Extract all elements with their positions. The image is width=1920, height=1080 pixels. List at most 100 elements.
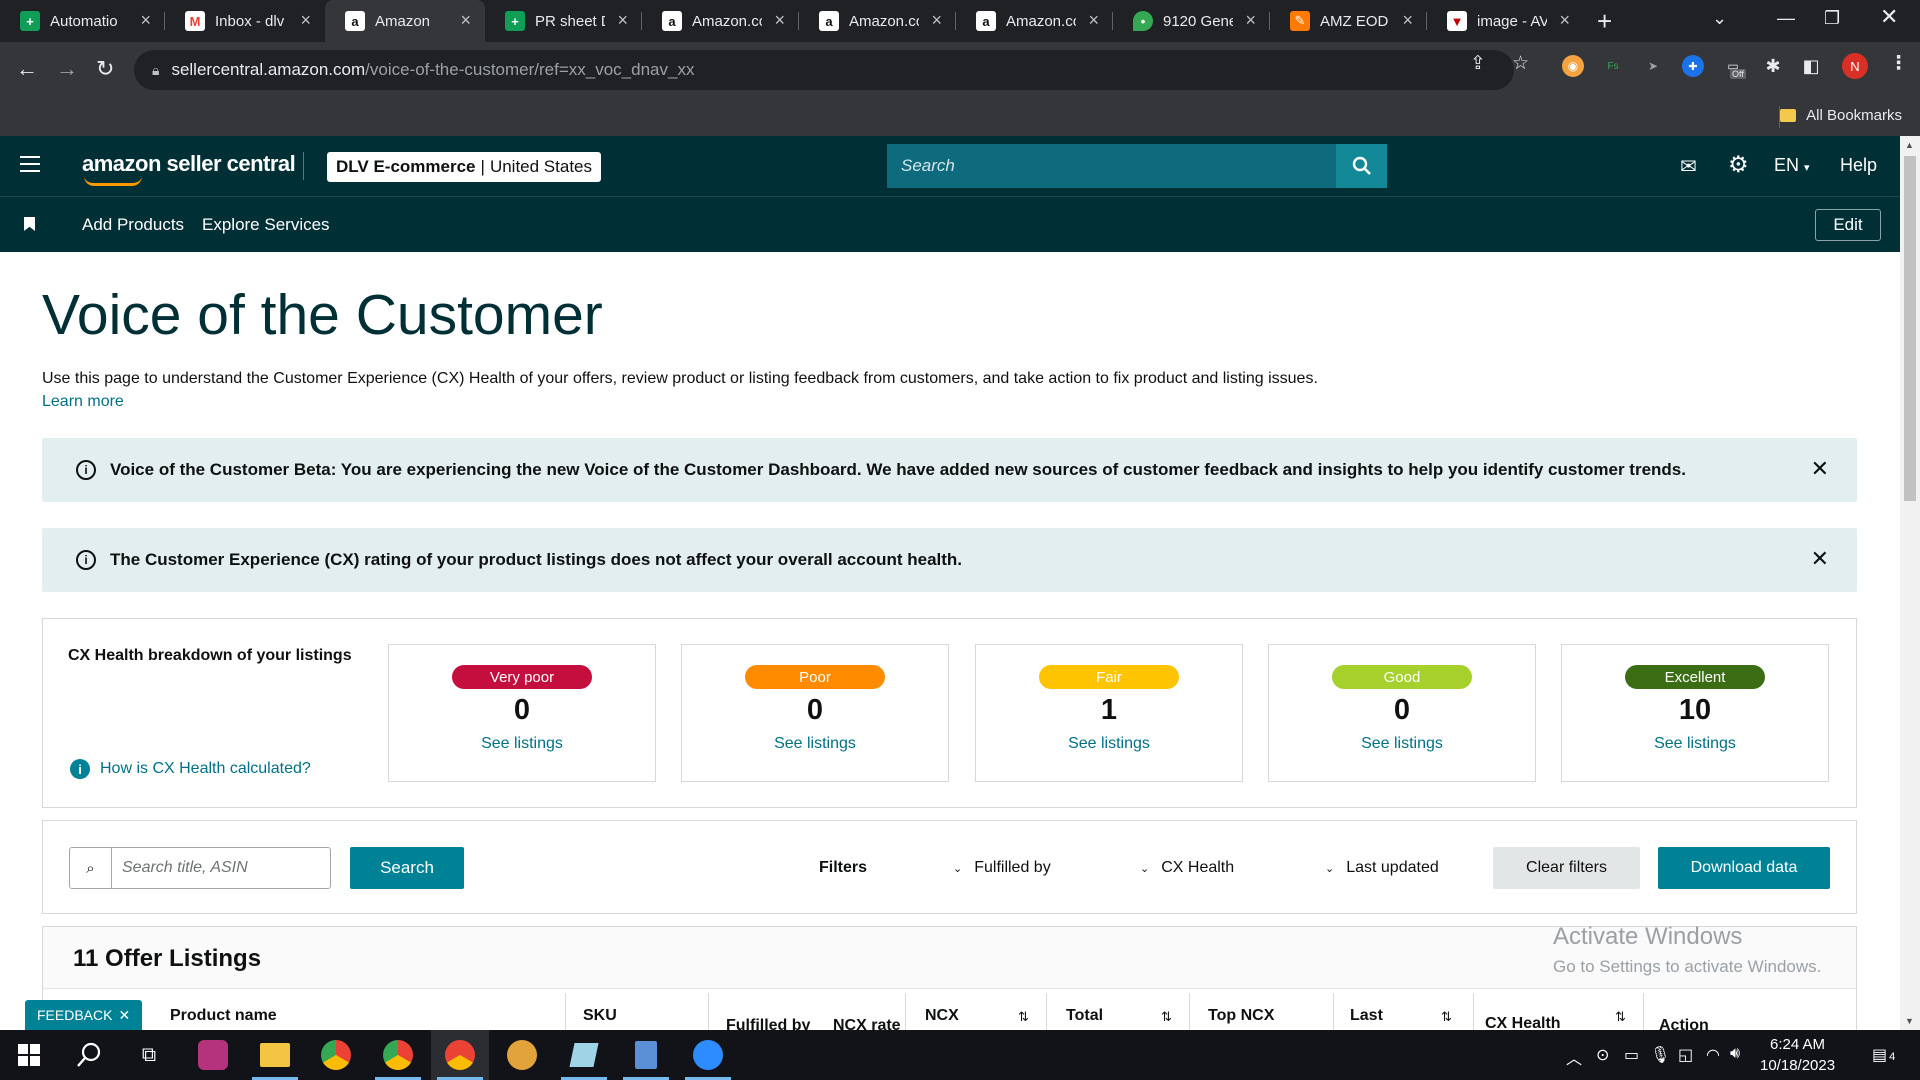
wifi-icon[interactable]: ◠ (1706, 1045, 1720, 1065)
chrome-icon[interactable] (307, 1030, 365, 1080)
col-fulfilled-by[interactable]: Fulfilled by (726, 1017, 810, 1030)
task-view-icon[interactable]: ⧉ (120, 1030, 178, 1080)
last-updated-dropdown[interactable]: ⌄ Last updated (1325, 859, 1439, 877)
clear-filters-button[interactable]: Clear filters (1493, 847, 1640, 889)
extension-icon[interactable]: ◉ (1562, 55, 1584, 77)
page-scrollbar[interactable]: ▲ ▼ (1900, 136, 1920, 1030)
tray-overflow-icon[interactable]: ︿ (1566, 1045, 1582, 1069)
sort-icon[interactable]: ⇅ (1441, 1009, 1452, 1025)
chrome-profile-icon[interactable] (369, 1030, 427, 1080)
close-icon[interactable]: ✕ (1811, 456, 1829, 482)
col-last[interactable]: Last (1350, 1007, 1383, 1025)
forward-icon[interactable]: → (56, 56, 78, 82)
calculator-icon[interactable] (617, 1030, 675, 1080)
see-listings-link[interactable]: See listings (976, 735, 1242, 753)
header-search-button[interactable] (1336, 144, 1387, 188)
language-selector[interactable]: EN ▾ (1774, 155, 1810, 176)
extension-icon[interactable]: Fs (1602, 55, 1624, 77)
hamburger-menu-icon[interactable] (20, 156, 40, 177)
close-tab-icon[interactable]: × (774, 10, 785, 31)
tab-search-icon[interactable]: ⌄ (1712, 8, 1727, 29)
close-icon[interactable]: ✕ (118, 1007, 130, 1024)
edit-nav-button[interactable]: Edit (1815, 209, 1881, 241)
listing-search-input[interactable]: ⌕ Search title, ASIN (69, 847, 331, 889)
bookmark-star-icon[interactable]: ☆ (1512, 52, 1529, 75)
see-listings-link[interactable]: See listings (389, 735, 655, 753)
col-product-name[interactable]: Product name (170, 1007, 277, 1025)
sort-icon[interactable]: ⇅ (1161, 1009, 1172, 1025)
minimize-icon[interactable]: — (1777, 8, 1795, 29)
close-tab-icon[interactable]: × (1088, 10, 1099, 31)
close-icon[interactable]: ✕ (1811, 546, 1829, 572)
help-link[interactable]: Help (1840, 155, 1877, 176)
see-listings-link[interactable]: See listings (1269, 735, 1535, 753)
store-switcher[interactable]: DLV E-commerce | United States (327, 152, 601, 182)
extension-icon[interactable]: ✚ (1682, 55, 1704, 77)
close-tab-icon[interactable]: × (617, 10, 628, 31)
close-tab-icon[interactable]: × (931, 10, 942, 31)
fulfilled-by-dropdown[interactable]: ⌄ Fulfilled by (953, 859, 1051, 877)
scrollbar-thumb[interactable] (1904, 156, 1916, 501)
taskbar-app-icon[interactable] (184, 1030, 242, 1080)
close-tab-icon[interactable]: × (460, 10, 471, 31)
tray-camera-icon[interactable]: ▭ (1624, 1045, 1639, 1065)
search-button[interactable]: Search (350, 847, 464, 889)
browser-tab[interactable]: ✎ AMZ EOD × (1270, 0, 1427, 42)
back-icon[interactable]: ← (16, 56, 38, 82)
col-cx-health[interactable]: CX Health (1485, 1015, 1561, 1030)
profile-avatar[interactable]: N (1842, 53, 1868, 79)
seller-central-logo[interactable]: amazon seller central (82, 151, 296, 186)
bookmark-icon[interactable] (24, 217, 35, 231)
tray-app-icon[interactable]: ⊙ (1596, 1045, 1609, 1065)
taskbar-app-icon[interactable] (555, 1030, 613, 1080)
side-panel-icon[interactable]: ◧ (1800, 55, 1822, 77)
nav-explore-services[interactable]: Explore Services (202, 215, 330, 235)
col-ncx-rate[interactable]: NCX rate (833, 1017, 901, 1030)
notifications-icon[interactable]: ▤ 4 (1872, 1045, 1895, 1065)
browser-tab[interactable]: M Inbox - dlv × (165, 0, 325, 42)
share-icon[interactable]: ⇪ (1470, 52, 1486, 75)
close-tab-icon[interactable]: × (1559, 10, 1570, 31)
close-tab-icon[interactable]: × (140, 10, 151, 31)
see-listings-link[interactable]: See listings (682, 735, 948, 753)
browser-tab[interactable]: + Automatio × (0, 0, 165, 42)
menu-kebab-icon[interactable]: ⋮ (1889, 52, 1908, 75)
extension-off-icon[interactable]: ▭ Off (1722, 55, 1746, 79)
close-window-icon[interactable]: ✕ (1880, 4, 1898, 30)
new-tab-icon[interactable]: + (1597, 6, 1612, 37)
browser-tab[interactable]: ▼ image - AV × (1427, 0, 1584, 42)
taskbar-clock[interactable]: 6:24 AM 10/18/2023 (1760, 1034, 1835, 1076)
browser-tab[interactable]: a Amazon.co × (956, 0, 1113, 42)
browser-tab[interactable]: • 9120 Gene × (1113, 0, 1270, 42)
browser-tab-active[interactable]: a Amazon × (325, 0, 485, 42)
all-bookmarks[interactable]: All Bookmarks (1780, 107, 1902, 124)
search-icon[interactable] (60, 1030, 118, 1080)
microphone-icon[interactable]: 🎙︎ (1650, 1045, 1670, 1065)
scroll-down-icon[interactable]: ▼ (1905, 1016, 1914, 1026)
download-data-button[interactable]: Download data (1658, 847, 1830, 889)
windows-start-icon[interactable] (0, 1030, 58, 1080)
close-tab-icon[interactable]: × (300, 10, 311, 31)
cx-health-dropdown[interactable]: ⌄ CX Health (1140, 859, 1234, 877)
browser-tab[interactable]: a Amazon.co × (642, 0, 799, 42)
close-tab-icon[interactable]: × (1402, 10, 1413, 31)
mail-icon[interactable]: ✉ (1680, 154, 1697, 179)
network-icon[interactable]: ◱ (1678, 1045, 1693, 1065)
gear-icon[interactable]: ⚙ (1728, 151, 1749, 178)
reload-icon[interactable]: ↻ (96, 56, 114, 82)
feedback-tab[interactable]: FEEDBACK ✕ (25, 1000, 143, 1030)
browser-tab[interactable]: a Amazon.co × (799, 0, 956, 42)
browser-tab[interactable]: + PR sheet D × (485, 0, 642, 42)
chrome-profile-n-icon[interactable] (431, 1030, 489, 1080)
taskbar-app-icon[interactable] (493, 1030, 551, 1080)
col-top-ncx[interactable]: Top NCX (1208, 1007, 1274, 1025)
file-explorer-icon[interactable] (246, 1030, 304, 1080)
sort-icon[interactable]: ⇅ (1018, 1009, 1029, 1025)
volume-icon[interactable]: 🔊︎ (1730, 1045, 1740, 1063)
nav-add-products[interactable]: Add Products (82, 215, 184, 235)
extension-icon[interactable]: ➤ (1642, 55, 1664, 77)
close-tab-icon[interactable]: × (1245, 10, 1256, 31)
col-sku[interactable]: SKU (583, 1007, 617, 1025)
cx-health-help-link[interactable]: i How is CX Health calculated? (70, 759, 311, 779)
extensions-puzzle-icon[interactable]: ✱ (1762, 55, 1784, 77)
